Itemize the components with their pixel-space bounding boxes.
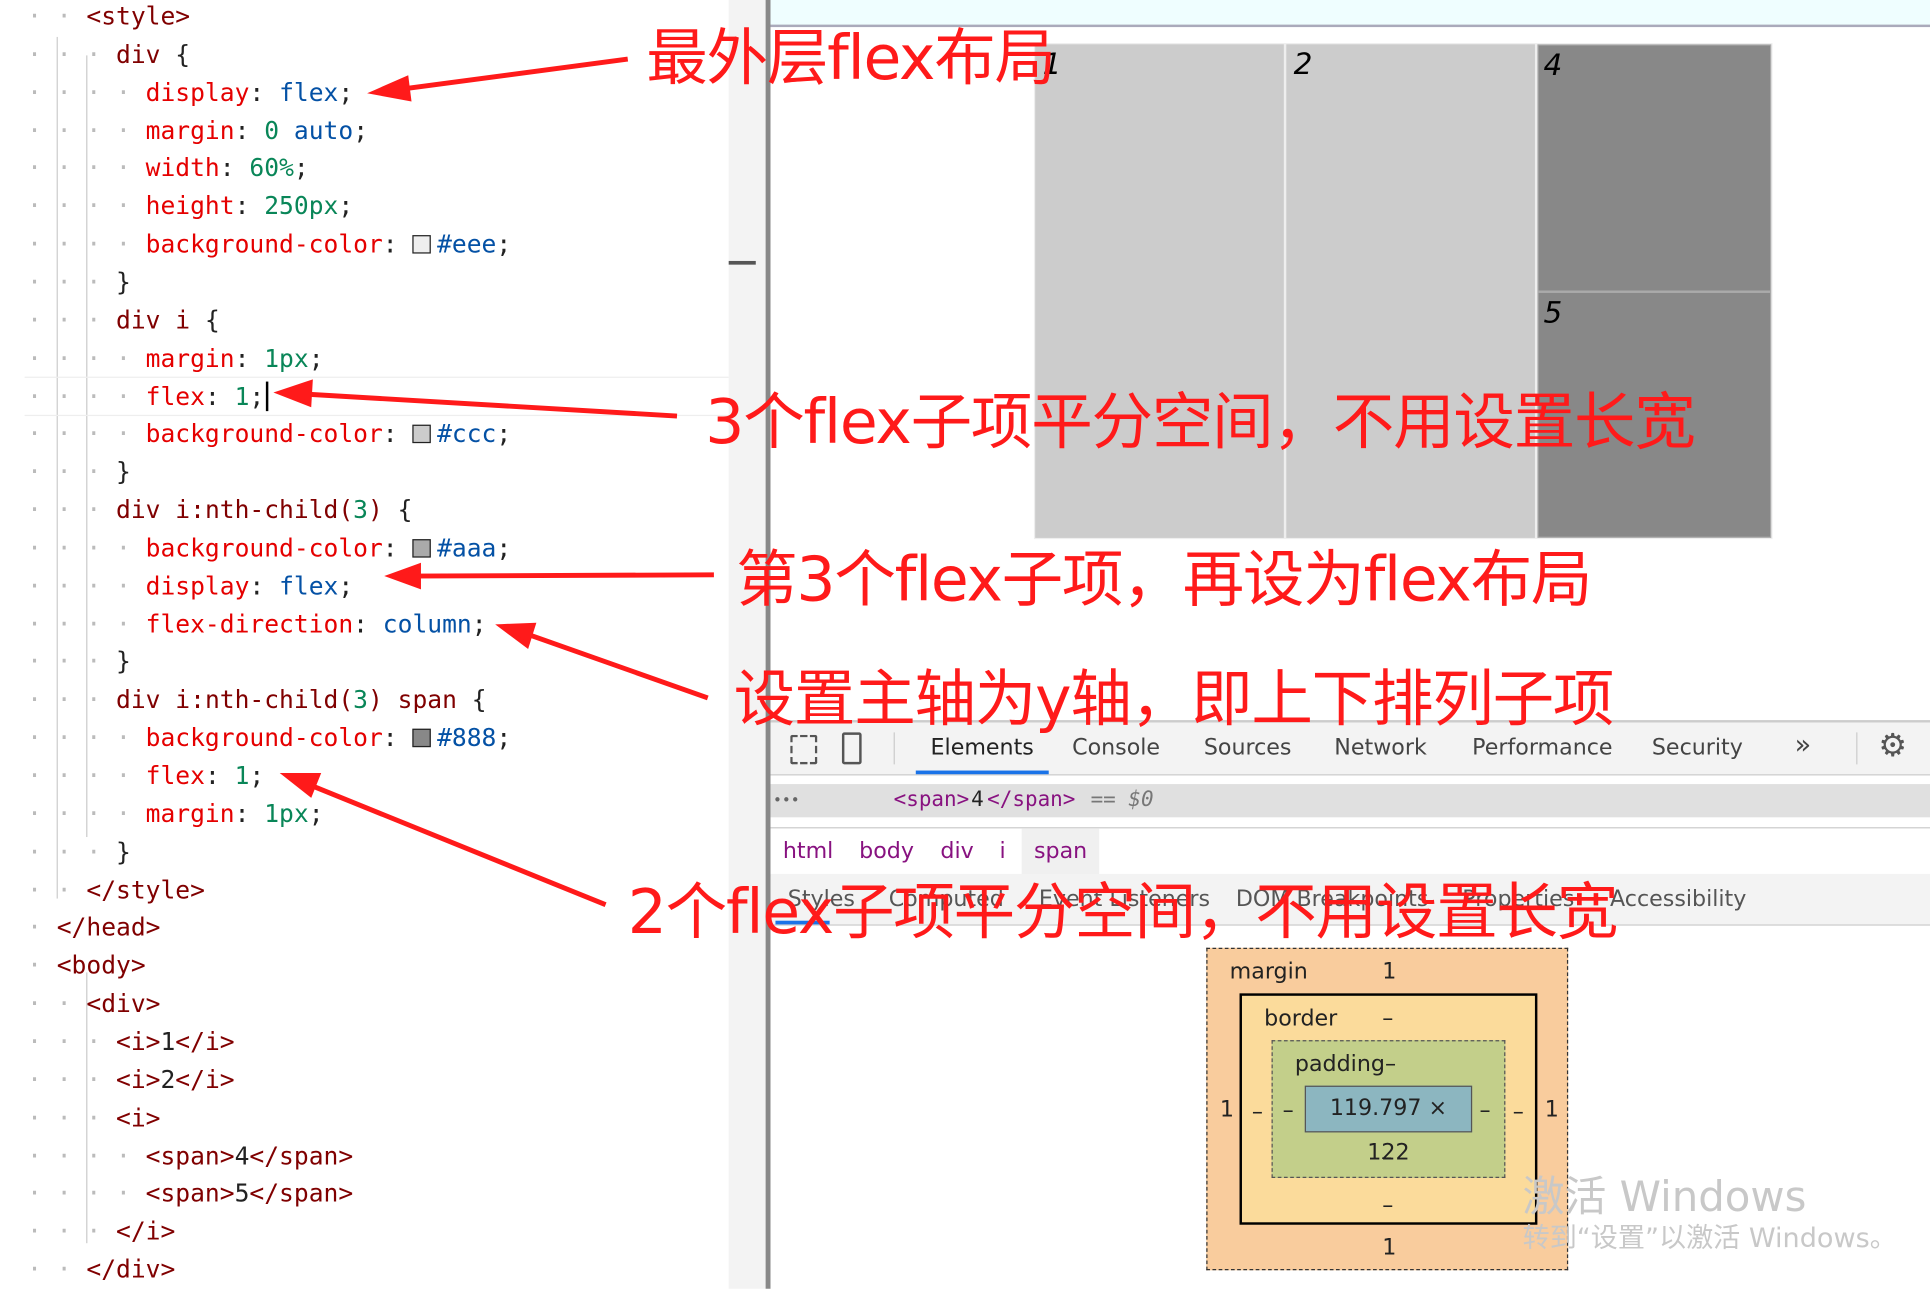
annotation-5: 2个flex子项平分空间，不用设置长宽: [627, 876, 1619, 948]
arrow-4-head: [495, 622, 537, 650]
arrow-1-head: [367, 75, 412, 102]
annotation-1: 最外层flex布局: [646, 22, 1056, 94]
arrow-4: [522, 630, 709, 701]
annotation-2: 3个flex子项平分空间，不用设置长宽: [705, 386, 1696, 458]
arrow-5: [306, 781, 607, 907]
arrow-3-head: [384, 562, 421, 590]
screenshot: · · <style> · · · div {· · · · display: f…: [0, 0, 1930, 1291]
annotation-arrows: [273, 56, 714, 907]
arrow-2: [301, 391, 678, 419]
annotation-4: 设置主轴为y轴，即上下排列子项: [733, 663, 1615, 735]
arrow-1: [396, 56, 629, 93]
annotation-3: 第3个flex子项，再设为flex布局: [736, 544, 1592, 616]
arrow-3: [412, 572, 714, 579]
arrow-5-head: [279, 773, 322, 798]
arrow-2-head: [273, 379, 313, 408]
